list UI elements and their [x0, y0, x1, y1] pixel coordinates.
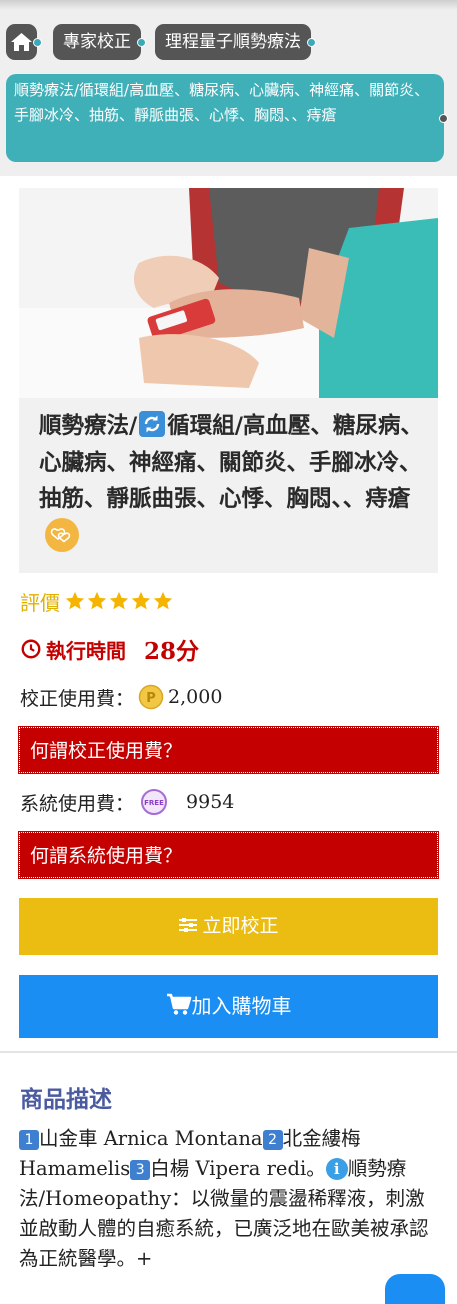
fee-info-link[interactable]: 何謂校正使用費？	[19, 727, 438, 773]
svg-text:FREE: FREE	[144, 799, 164, 807]
sync-icon	[139, 411, 166, 437]
system-fee-label: 系統使用費：	[20, 792, 135, 815]
free-coin-icon: FREE	[141, 789, 168, 815]
rating-label: 評價	[20, 590, 60, 615]
fee-question-label: 何謂校正使用費？	[30, 740, 183, 762]
exec-time-label: 執行時間	[46, 638, 126, 663]
description-heading: 商品描述	[20, 1086, 112, 1113]
exec-time-row: 執行時間 28分	[20, 632, 199, 666]
keycap-3-icon: 3	[130, 1160, 151, 1180]
breadcrumb-item-category[interactable]: 理程量子順勢療法	[155, 24, 316, 60]
heart-badge-icon	[45, 517, 79, 552]
star-icon	[65, 591, 85, 610]
section-divider	[0, 1051, 457, 1053]
svg-text:P: P	[146, 691, 156, 706]
breadcrumb-label: 專家校正	[63, 32, 131, 52]
home-button[interactable]	[6, 24, 42, 60]
system-fee-question-label: 何謂系統使用費？	[30, 845, 183, 867]
system-fee-info-link[interactable]: 何謂系統使用費？	[19, 832, 438, 878]
rating-row: 評價	[20, 586, 174, 616]
sliders-icon	[179, 918, 198, 932]
system-fee-row: 系統使用費： FREE 9954	[20, 787, 234, 817]
fee-label: 校正使用費：	[20, 687, 135, 710]
description-body: 1 山金車 Arnica Montana 2 北金縷梅 Hamamelis 3 白楊 Vi…	[19, 1124, 439, 1274]
title-text-start: 順勢療法/	[39, 413, 138, 439]
star-icon	[131, 591, 151, 610]
exec-time-value: 28分	[144, 638, 200, 665]
description-item-3: 白楊 Vipera redi。	[150, 1157, 326, 1180]
star-icon	[153, 591, 173, 610]
add-to-cart-label: 加入購物車	[191, 994, 292, 1018]
product-title: 順勢療法/循環組/高血壓、糖尿病、心臟病、神經痛、關節炎、手腳冰冷、抽筋、靜脈曲…	[19, 398, 438, 573]
star-icon	[87, 591, 107, 610]
points-coin-icon: P	[138, 684, 164, 710]
breadcrumb-tag-label: 順勢療法/循環組/高血壓、糖尿病、心臟病、神經痛、關節炎、手腳冰冷、抽筋、靜脈曲…	[14, 81, 430, 124]
breadcrumb-current-tag[interactable]: 順勢療法/循環組/高血壓、糖尿病、心臟病、神經痛、關節炎、手腳冰冷、抽筋、靜脈曲…	[6, 74, 448, 162]
scroll-top-button[interactable]	[385, 1274, 445, 1304]
star-icon	[109, 591, 129, 610]
product-image	[19, 188, 438, 398]
cart-icon	[166, 993, 191, 1015]
calibrate-now-label: 立即校正	[202, 915, 279, 937]
system-fee-value: 9954	[186, 791, 235, 813]
calibrate-now-button[interactable]: 立即校正	[19, 898, 438, 955]
rating-stars	[64, 590, 174, 612]
fee-row: 校正使用費： P 2,000	[20, 682, 222, 712]
fee-value: 2,000	[168, 686, 223, 708]
add-to-cart-button[interactable]: 加入購物車	[19, 975, 438, 1038]
breadcrumb-item-expert[interactable]: 專家校正	[53, 24, 146, 60]
info-icon: i	[325, 1158, 348, 1180]
keycap-1-icon: 1	[19, 1130, 39, 1150]
top-shadow	[0, 0, 457, 10]
breadcrumb-label: 理程量子順勢療法	[165, 32, 301, 52]
clock-icon	[21, 639, 41, 659]
keycap-2-icon: 2	[262, 1130, 283, 1150]
description-item-1: 山金車 Arnica Montana	[39, 1127, 263, 1150]
